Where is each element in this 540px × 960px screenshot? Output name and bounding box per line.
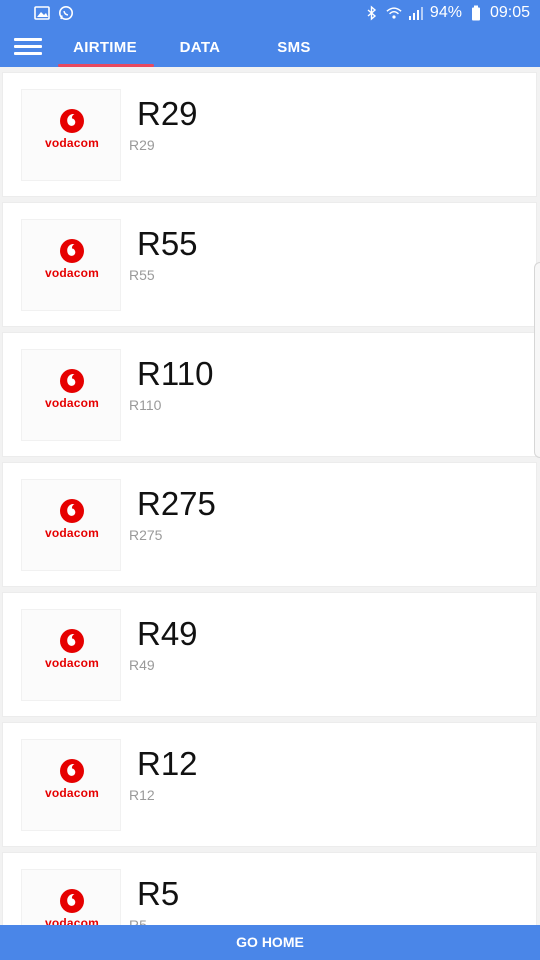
product-subtitle: R12	[129, 787, 155, 803]
product-subtitle: R275	[129, 527, 163, 543]
product-title: R110	[137, 355, 214, 392]
vodacom-logo: vodacom	[21, 349, 121, 441]
logo-text: vodacom	[44, 786, 100, 800]
logo-text: vodacom	[44, 266, 100, 280]
vodacom-logo: vodacom	[21, 609, 121, 701]
battery-icon	[471, 5, 480, 21]
logo-text: vodacom	[44, 916, 100, 925]
product-card[interactable]: vodacom R12 R12	[2, 722, 537, 847]
battery-percent: 94%	[429, 4, 462, 21]
menu-icon[interactable]	[14, 38, 42, 58]
product-card[interactable]: vodacom R29 R29	[2, 72, 537, 197]
product-title: R5	[137, 875, 180, 912]
status-bar: 94% 09:05	[0, 0, 540, 28]
bluetooth-icon	[367, 5, 376, 21]
tab-data[interactable]: DATA	[160, 28, 240, 67]
vodacom-logo: vodacom	[21, 89, 121, 181]
product-card[interactable]: vodacom R5 R5	[2, 852, 537, 925]
product-subtitle: R55	[129, 267, 155, 283]
edge-panel-handle[interactable]	[534, 262, 540, 458]
wifi-icon	[386, 7, 402, 19]
product-title: R275	[137, 485, 216, 522]
product-subtitle: R49	[129, 657, 155, 673]
product-subtitle: R29	[129, 137, 155, 153]
vodacom-logo: vodacom	[21, 219, 121, 311]
vodacom-speechmark-icon	[60, 629, 84, 653]
vodacom-logo: vodacom	[21, 869, 121, 925]
logo-text: vodacom	[44, 526, 100, 540]
product-card[interactable]: vodacom R49 R49	[2, 592, 537, 717]
go-home-button[interactable]: GO HOME	[0, 925, 540, 960]
logo-text: vodacom	[44, 396, 100, 410]
product-title: R49	[137, 615, 198, 652]
product-card[interactable]: vodacom R55 R55	[2, 202, 537, 327]
gallery-icon	[34, 6, 50, 20]
vodacom-speechmark-icon	[60, 239, 84, 263]
whatsapp-icon	[59, 6, 73, 20]
product-list[interactable]: vodacom R29 R29 vodacom R55 R55 vodacom …	[0, 67, 540, 925]
logo-text: vodacom	[44, 656, 100, 670]
vodacom-speechmark-icon	[60, 889, 84, 913]
vodacom-speechmark-icon	[60, 759, 84, 783]
vodacom-speechmark-icon	[60, 109, 84, 133]
vodacom-logo: vodacom	[21, 479, 121, 571]
tab-airtime[interactable]: AIRTIME	[56, 28, 154, 67]
signal-icon	[408, 7, 423, 20]
vodacom-speechmark-icon	[60, 369, 84, 393]
product-subtitle: R5	[129, 917, 147, 925]
product-card[interactable]: vodacom R110 R110	[2, 332, 537, 457]
vodacom-speechmark-icon	[60, 499, 84, 523]
product-subtitle: R110	[129, 397, 162, 413]
clock: 09:05	[489, 4, 530, 21]
product-title: R55	[137, 225, 198, 262]
product-card[interactable]: vodacom R275 R275	[2, 462, 537, 587]
product-title: R12	[137, 745, 198, 782]
logo-text: vodacom	[44, 136, 100, 150]
tab-bar: AIRTIME DATA SMS	[0, 28, 540, 67]
vodacom-logo: vodacom	[21, 739, 121, 831]
tab-sms[interactable]: SMS	[258, 28, 330, 67]
product-title: R29	[137, 95, 198, 132]
